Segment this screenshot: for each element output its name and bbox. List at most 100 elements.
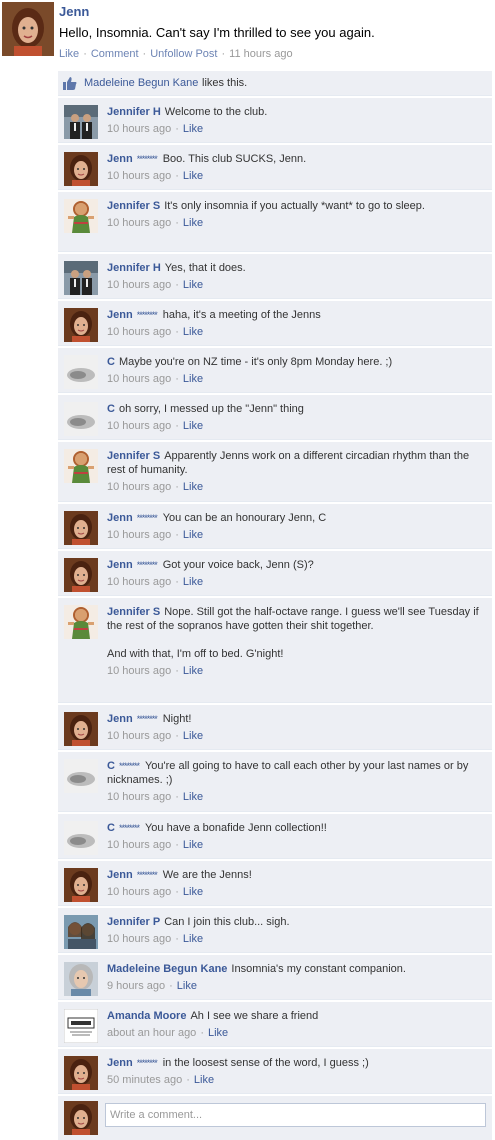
- comment-author-link[interactable]: Jennifer S: [107, 606, 160, 618]
- comment-author-link[interactable]: C: [107, 356, 115, 368]
- like-post-link[interactable]: Like: [59, 48, 79, 60]
- separator-dot: ·: [175, 373, 179, 385]
- like-comment-link[interactable]: Like: [208, 1027, 228, 1039]
- comment-body: Jennifer P Can I join this club... sigh. 1…: [107, 915, 484, 946]
- redacted-name-mask: ********: [136, 513, 158, 523]
- doll-avatar-icon[interactable]: [64, 199, 98, 233]
- comment-line: Jenn ******** We are the Jenns!: [107, 868, 484, 882]
- comment-body: C ******** You have a bonafide Jenn collec…: [107, 821, 484, 852]
- jenn-avatar-icon[interactable]: [64, 868, 98, 902]
- jenn-avatar-icon[interactable]: [64, 1056, 98, 1090]
- respect-sign-avatar-icon[interactable]: [64, 1009, 98, 1043]
- comment-text: Got your voice back, Jenn (S)?: [162, 559, 314, 571]
- separator-dot: ·: [175, 217, 179, 229]
- blurred-avatar-icon[interactable]: [64, 355, 98, 389]
- separator-dot: ·: [175, 791, 179, 803]
- comment-author-link[interactable]: Jenn: [107, 512, 133, 524]
- like-comment-link[interactable]: Like: [183, 481, 203, 493]
- separator-dot: ·: [175, 529, 179, 541]
- unfollow-post-link[interactable]: Unfollow Post: [150, 48, 217, 60]
- two-women-avatar-icon[interactable]: [64, 915, 98, 949]
- doll-avatar-icon[interactable]: [64, 449, 98, 483]
- blurred-avatar-icon[interactable]: [64, 821, 98, 855]
- like-comment-link[interactable]: Like: [183, 420, 203, 432]
- like-comment-link[interactable]: Like: [183, 279, 203, 291]
- comment-author-link[interactable]: Jennifer P: [107, 916, 160, 928]
- comment-body: C ******** You're all going to have to cal…: [107, 759, 484, 804]
- comment-text-second-paragraph: And with that, I'm off to bed. G'night!: [107, 648, 284, 660]
- doll-avatar-icon[interactable]: [64, 605, 98, 639]
- comment-meta: 10 hours ago · Like: [107, 216, 484, 230]
- comment-meta: 10 hours ago · Like: [107, 480, 484, 494]
- comment-timestamp: 10 hours ago: [107, 839, 172, 851]
- couple-photo-avatar-icon[interactable]: [64, 261, 98, 295]
- post-actions: Like · Comment · Unfollow Post · 11 hours ago: [59, 48, 293, 60]
- jenn-avatar-icon[interactable]: [64, 712, 98, 746]
- comment-meta: 10 hours ago · Like: [107, 528, 484, 542]
- redacted-name-mask: ********: [136, 560, 158, 570]
- comment-timestamp: 10 hours ago: [107, 886, 172, 898]
- comment-author-link[interactable]: Amanda Moore: [107, 1010, 186, 1022]
- comment-text: Night!: [162, 713, 192, 725]
- comment-input[interactable]: [105, 1103, 486, 1127]
- comment-author-link[interactable]: Jennifer H: [107, 106, 161, 118]
- comment-author-link[interactable]: C: [107, 760, 115, 772]
- comment-meta: 10 hours ago · Like: [107, 122, 484, 136]
- comment-body: Jenn ******** Got your voice back, Jenn (S…: [107, 558, 484, 589]
- comment-body: Jennifer S It's only insomnia if you actu…: [107, 199, 484, 230]
- comment-item: C ******** You have a bonafide Jenn collec…: [58, 814, 492, 859]
- like-comment-link[interactable]: Like: [183, 665, 203, 677]
- comment-line: C ******** You're all going to have to cal…: [107, 759, 484, 787]
- jenn-avatar-icon[interactable]: [2, 2, 54, 56]
- like-comment-link[interactable]: Like: [183, 576, 203, 588]
- blurred-avatar-icon[interactable]: [64, 759, 98, 793]
- like-comment-link[interactable]: Like: [183, 373, 203, 385]
- jenn-avatar-icon[interactable]: [64, 511, 98, 545]
- jenn-avatar-icon[interactable]: [64, 558, 98, 592]
- separator-dot: ·: [200, 1027, 204, 1039]
- like-comment-link[interactable]: Like: [183, 217, 203, 229]
- comment-item: Jenn ******** haha, it's a meeting of the …: [58, 301, 492, 346]
- comment-author-link[interactable]: Jennifer S: [107, 450, 160, 462]
- grey-hair-avatar-icon[interactable]: [64, 962, 98, 996]
- comment-item: Jennifer H Welcome to the club. 10 hours a…: [58, 98, 492, 143]
- like-comment-link[interactable]: Like: [183, 170, 203, 182]
- comment-author-link[interactable]: Jenn: [107, 309, 133, 321]
- comment-author-link[interactable]: Jennifer H: [107, 262, 161, 274]
- comment-author-link[interactable]: Jenn: [107, 153, 133, 165]
- comment-meta: 50 minutes ago · Like: [107, 1073, 484, 1087]
- couple-photo-avatar-icon[interactable]: [64, 105, 98, 139]
- comment-timestamp: 10 hours ago: [107, 373, 172, 385]
- comment-author-link[interactable]: Madeleine Begun Kane: [107, 963, 227, 975]
- like-comment-link[interactable]: Like: [194, 1074, 214, 1086]
- comment-meta: 9 hours ago · Like: [107, 979, 484, 993]
- like-comment-link[interactable]: Like: [183, 839, 203, 851]
- like-comment-link[interactable]: Like: [183, 886, 203, 898]
- comment-link[interactable]: Comment: [91, 48, 139, 60]
- comment-text: Insomnia's my constant companion.: [231, 963, 406, 975]
- comment-timestamp: 10 hours ago: [107, 217, 172, 229]
- comment-author-link[interactable]: Jennifer S: [107, 200, 160, 212]
- comment-body: Jenn ******** haha, it's a meeting of the …: [107, 308, 484, 339]
- comment-meta: 10 hours ago · Like: [107, 372, 484, 386]
- comment-author-link[interactable]: C: [107, 822, 115, 834]
- jenn-avatar-icon[interactable]: [64, 308, 98, 342]
- comment-timestamp: 10 hours ago: [107, 933, 172, 945]
- comment-author-link[interactable]: Jenn: [107, 1057, 133, 1069]
- like-comment-link[interactable]: Like: [183, 123, 203, 135]
- comment-author-link[interactable]: C: [107, 403, 115, 415]
- like-comment-link[interactable]: Like: [177, 980, 197, 992]
- like-comment-link[interactable]: Like: [183, 529, 203, 541]
- comment-author-link[interactable]: Jenn: [107, 713, 133, 725]
- like-comment-link[interactable]: Like: [183, 933, 203, 945]
- liker-name-link[interactable]: Madeleine Begun Kane: [84, 77, 198, 89]
- like-comment-link[interactable]: Like: [183, 326, 203, 338]
- like-comment-link[interactable]: Like: [183, 791, 203, 803]
- comment-author-link[interactable]: Jenn: [107, 559, 133, 571]
- comment-author-link[interactable]: Jenn: [107, 869, 133, 881]
- blurred-avatar-icon[interactable]: [64, 402, 98, 436]
- jenn-avatar-icon[interactable]: [64, 152, 98, 186]
- like-comment-link[interactable]: Like: [183, 730, 203, 742]
- separator-dot: ·: [175, 326, 179, 338]
- post-author-link[interactable]: Jenn: [59, 4, 89, 19]
